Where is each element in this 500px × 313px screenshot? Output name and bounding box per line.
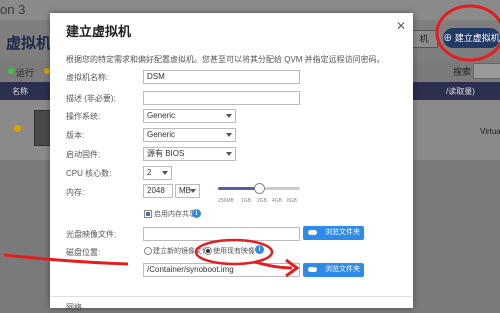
firmware-select[interactable]: 源有 BIOS	[143, 147, 236, 161]
memory-input[interactable]: 2048	[143, 184, 173, 198]
dialog-title: 建立虚拟机	[66, 24, 132, 39]
disk-location-label: 磁盘位置:	[66, 248, 101, 257]
memory-label: 内存:	[66, 188, 85, 197]
memory-slider-handle[interactable]	[254, 183, 265, 194]
os-value: Generic	[147, 111, 176, 120]
cdrom-input[interactable]	[143, 227, 300, 241]
memory-tick: 256MB	[218, 198, 234, 204]
cdrom-browse-button[interactable]: 浏览文件夹	[303, 226, 364, 240]
chevron-down-icon	[162, 171, 168, 175]
vm-status-icon	[14, 125, 21, 132]
plus-icon: ⊕	[443, 33, 455, 43]
create-vm-button[interactable]: ⊕ 建立虚拟机	[443, 28, 500, 48]
os-label: 操作系统:	[66, 112, 101, 121]
vm-name-label: 虚拟机名称:	[66, 73, 109, 82]
create-vm-label: 建立虚拟机	[454, 33, 500, 43]
memory-slider[interactable]	[218, 183, 300, 194]
vm-name-input[interactable]: DSM	[143, 70, 300, 84]
close-icon[interactable]: ✕	[396, 19, 406, 33]
description-input[interactable]	[143, 91, 300, 105]
cloud-icon	[308, 230, 317, 235]
browse-label: 浏览文件夹	[325, 229, 360, 236]
memory-tick: 8GB	[287, 198, 298, 204]
column-read[interactable]: /读取量)	[446, 86, 475, 97]
memory-share-label: 启用内存共享	[154, 211, 196, 218]
cpu-value: 2	[147, 168, 152, 177]
network-section-label: 网络	[66, 303, 82, 312]
cdrom-label: 光盘映像文件:	[66, 230, 117, 239]
memory-slider-fill	[218, 187, 259, 190]
disk-existing-label: 使用现有映像	[213, 248, 255, 255]
disk-existing-radio[interactable]	[204, 247, 212, 255]
cpu-select[interactable]: 2	[143, 166, 172, 180]
dialog-description: 根据您的特定需求和偏好配置虚拟机。您甚至可以将其分配给 QVM 并指定远程访问密…	[66, 55, 385, 64]
search-input[interactable]	[473, 63, 500, 79]
chevron-down-icon	[226, 152, 232, 156]
info-icon[interactable]: i	[192, 209, 201, 218]
firmware-value: 源有 BIOS	[147, 149, 185, 158]
disk-new-label: 建立新的镜像文件	[153, 248, 209, 255]
version-select[interactable]: Generic	[143, 128, 236, 142]
cpu-label: CPU 核心数:	[66, 169, 112, 178]
disk-path-input[interactable]: /Container/synoboot.img	[143, 263, 300, 277]
chevron-down-icon	[226, 133, 232, 137]
disk-new-radio[interactable]	[144, 247, 152, 255]
memory-tick: 1GB	[241, 198, 252, 204]
cloud-icon	[308, 267, 317, 272]
header-button[interactable]: 机	[410, 30, 438, 48]
app-title: on 3	[0, 2, 26, 17]
chevron-down-icon	[190, 189, 196, 193]
firmware-label: 启动固件:	[66, 150, 101, 159]
info-icon[interactable]: i	[255, 245, 264, 254]
vm-type: Virtual	[480, 127, 500, 136]
browse-label: 浏览文件夹	[325, 266, 360, 273]
os-select[interactable]: Generic	[143, 109, 236, 123]
memory-share-checkbox[interactable]	[144, 210, 152, 218]
version-label: 版本:	[66, 131, 85, 140]
chevron-down-icon	[226, 114, 232, 118]
version-value: Generic	[147, 130, 176, 139]
description-label: 描述 (非必要):	[66, 94, 116, 103]
memory-tick: 4GB	[272, 198, 283, 204]
create-vm-dialog: 建立虚拟机 ✕ 根据您的特定需求和偏好配置虚拟机。您甚至可以将其分配给 QVM …	[50, 13, 413, 312]
memory-unit-select[interactable]: MB	[175, 184, 200, 198]
search-label: 搜索	[453, 67, 472, 77]
memory-tick: 2GB	[257, 198, 268, 204]
section-divider	[50, 296, 413, 297]
disk-browse-button[interactable]: 浏览文件夹	[303, 263, 364, 277]
filter-running-label[interactable]: 运行	[16, 66, 34, 79]
status-dot-green-icon	[8, 68, 14, 74]
column-name[interactable]: 名称	[12, 86, 28, 97]
